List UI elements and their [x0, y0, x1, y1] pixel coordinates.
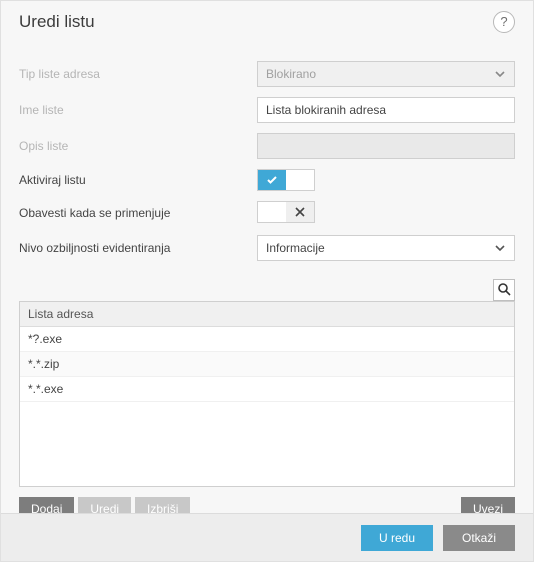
list-name-input [257, 97, 515, 123]
cancel-button[interactable]: Otkaži [443, 525, 515, 551]
help-icon: ? [500, 14, 507, 29]
severity-select[interactable]: Informacije [257, 235, 515, 261]
notify-label: Obavesti kada se primenjuje [19, 206, 257, 220]
dialog-title: Uredi listu [19, 12, 95, 32]
list-desc-input [257, 133, 515, 159]
list-name-label: Ime liste [19, 103, 257, 117]
grid-header[interactable]: Lista adresa [20, 302, 514, 327]
list-desc-label: Opis liste [19, 139, 257, 153]
chevron-down-icon [494, 242, 506, 254]
grid-row[interactable]: *?.exe [20, 327, 514, 352]
list-type-label: Tip liste adresa [19, 67, 257, 81]
ok-button[interactable]: U redu [361, 525, 433, 551]
notify-toggle[interactable] [257, 201, 315, 223]
list-type-value: Blokirano [266, 67, 316, 81]
grid-row[interactable]: *.*.zip [20, 352, 514, 377]
address-grid: Lista adresa *?.exe*.*.zip*.*.exe [19, 301, 515, 487]
severity-value: Informacije [266, 241, 325, 255]
search-button[interactable] [493, 279, 515, 301]
severity-label: Nivo ozbiljnosti evidentiranja [19, 241, 257, 255]
chevron-down-icon [494, 68, 506, 80]
grid-row[interactable]: *.*.exe [20, 377, 514, 402]
activate-toggle[interactable] [257, 169, 315, 191]
search-icon [497, 282, 511, 299]
check-icon [266, 174, 278, 186]
x-icon [295, 207, 305, 217]
list-type-select: Blokirano [257, 61, 515, 87]
help-button[interactable]: ? [493, 11, 515, 33]
activate-label: Aktiviraj listu [19, 173, 257, 187]
